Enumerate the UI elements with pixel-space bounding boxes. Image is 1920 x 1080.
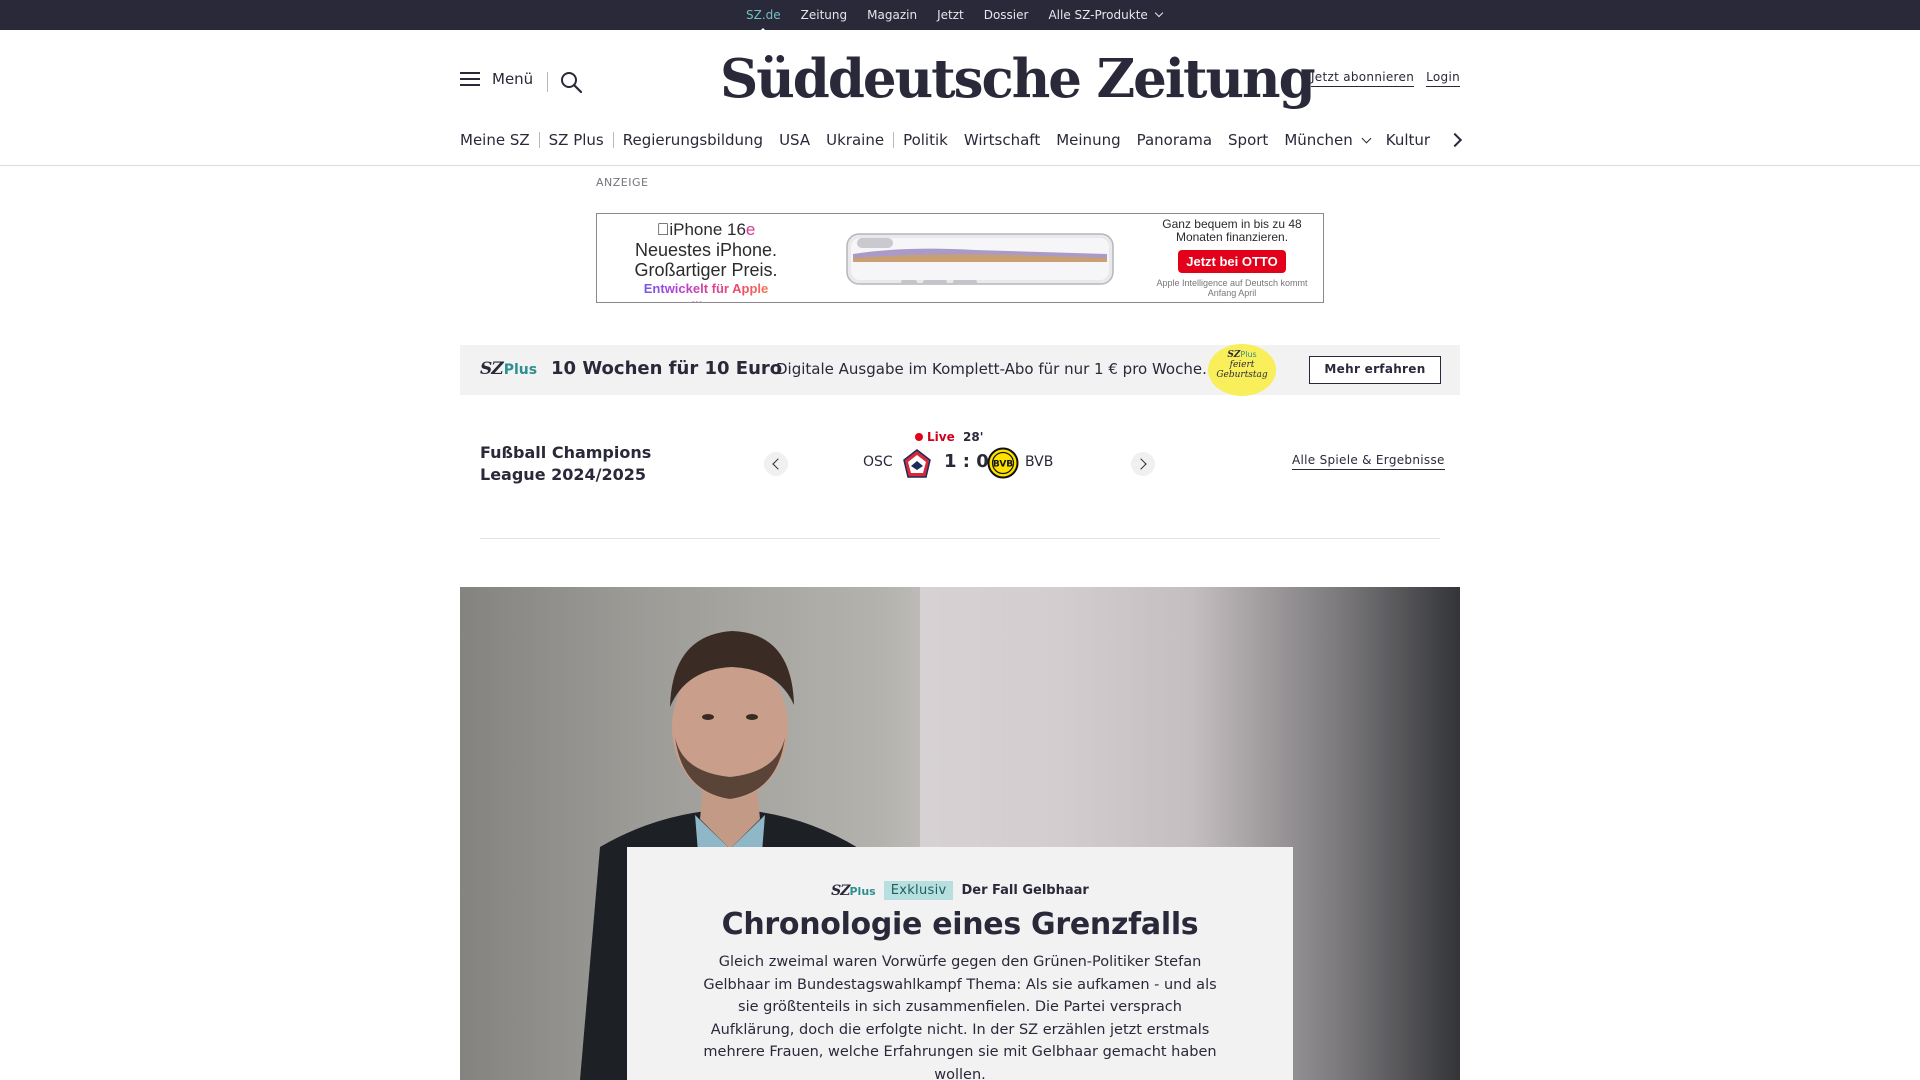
badge-line-1: feiert <box>1229 360 1255 370</box>
exklusiv-badge: Exklusiv <box>883 881 954 900</box>
badge-line-2: Geburtstag <box>1216 370 1268 380</box>
nav-item-wirtschaft[interactable]: Wirtschaft <box>964 131 1040 149</box>
scoreboard-divider <box>480 538 1440 539</box>
live-status: Live <box>915 430 955 444</box>
ad-model-suffix: e <box>739 220 755 239</box>
topbar-link-zeitung[interactable]: Zeitung <box>801 8 847 22</box>
nav-item-regierungsbildung[interactable]: Regierungsbildung <box>623 131 763 149</box>
topbar-products-label: Alle SZ-Produkte <box>1048 8 1148 22</box>
menu-button[interactable]: Menü <box>460 70 533 88</box>
chevron-down-icon <box>1361 133 1372 144</box>
top-service-bar: SZ.de Zeitung Magazin Jetzt Dossier Alle… <box>0 0 1920 34</box>
away-team[interactable]: BVB <box>1025 454 1053 470</box>
topbar-link-dossier[interactable]: Dossier <box>984 8 1029 22</box>
nav-divider <box>893 132 895 148</box>
svg-text:BVB: BVB <box>993 460 1013 470</box>
article-kicker: Der Fall Gelbhaar <box>961 883 1089 898</box>
topbar-link-magazin[interactable]: Magazin <box>867 8 917 22</box>
chevron-down-icon <box>1154 8 1164 18</box>
live-dot-icon <box>915 433 923 441</box>
live-label: Live <box>927 430 955 444</box>
promo-text: Digitale Ausgabe im Komplett-Abo für nur… <box>776 360 1207 378</box>
nav-item-meine-sz[interactable]: Meine SZ <box>460 131 530 149</box>
nav-item-muenchen-label: München <box>1284 131 1353 149</box>
badge-logo: SZPlus <box>1208 350 1276 360</box>
nav-divider <box>538 132 540 148</box>
ad-finance-text: Ganz bequem in bis zu 48 Monaten finanzi… <box>1162 217 1302 244</box>
ad-headline-1: Neuestes iPhone. <box>634 240 778 260</box>
previous-match-button[interactable] <box>764 452 788 476</box>
top-service-nav: SZ.de Zeitung Magazin Jetzt Dossier Alle… <box>746 0 1164 34</box>
apple-icon:  <box>657 220 670 239</box>
ad-headline-2: Großartiger Preis. <box>634 260 778 280</box>
sz-plus-logo-plus: Plus <box>503 362 538 378</box>
ad-offer: Ganz bequem in bis zu 48 Monaten finanzi… <box>1152 217 1312 299</box>
badge-logo-plus: Plus <box>1240 350 1257 359</box>
account-links: Jetzt abonnieren Login <box>1310 70 1460 87</box>
ad-label: ANZEIGE <box>596 176 649 189</box>
nav-item-sz-plus[interactable]: SZ Plus <box>549 131 604 149</box>
phone-image <box>846 233 1114 285</box>
nav-item-panorama[interactable]: Panorama <box>1137 131 1212 149</box>
next-match-button[interactable] <box>1131 452 1155 476</box>
ad-tagline: Entwickelt für Apple Intelligence. <box>611 280 801 302</box>
ad-banner[interactable]: iPhone 16e Neuestes iPhone. Großartiger… <box>596 213 1324 303</box>
sz-plus-logo: SZ Plus <box>831 883 876 899</box>
ad-disclaimer: Apple Intelligence auf Deutsch kommt Anf… <box>1156 278 1308 298</box>
ad-copy: iPhone 16e Neuestes iPhone. Großartiger… <box>611 220 801 302</box>
all-games-link[interactable]: Alle Spiele & Ergebnisse <box>1292 453 1445 470</box>
teaser-logo-sz: SZ <box>831 882 850 899</box>
badge-logo-sz: SZ <box>1227 350 1241 360</box>
more-info-button[interactable]: Mehr erfahren <box>1309 356 1441 384</box>
birthday-badge: SZPlus feiert Geburtstag <box>1208 344 1276 396</box>
teaser-logo-plus: Plus <box>849 884 876 898</box>
topbar-link-jetzt[interactable]: Jetzt <box>937 8 964 22</box>
osc-crest-icon <box>903 449 931 478</box>
site-logo[interactable]: Süddeutsche Zeitung <box>720 44 1316 114</box>
nav-item-usa[interactable]: USA <box>779 131 810 149</box>
nav-item-muenchen[interactable]: München <box>1284 131 1372 149</box>
home-team[interactable]: OSC <box>863 454 893 470</box>
subscribe-link[interactable]: Jetzt abonnieren <box>1310 70 1415 87</box>
header-divider <box>547 72 548 92</box>
sz-plus-promo: SZ Plus 10 Wochen für 10 Euro Digitale Au… <box>460 344 1460 396</box>
lead-article-teaser[interactable]: SZ Plus Exklusiv Der Fall Gelbhaar Chrono… <box>627 847 1293 1080</box>
nav-item-kultur[interactable]: Kultur <box>1386 131 1430 149</box>
ad-model-line: iPhone 16e <box>611 220 801 240</box>
nav-item-meinung[interactable]: Meinung <box>1056 131 1120 149</box>
topbar-link-sz-de[interactable]: SZ.de <box>746 8 781 34</box>
league-title: Fußball Champions League 2024/2025 <box>480 443 652 484</box>
article-summary: Gleich zweimal waren Vorwürfe gegen den … <box>703 954 1217 1080</box>
menu-label: Menü <box>492 70 534 88</box>
login-link[interactable]: Login <box>1426 70 1460 87</box>
category-nav: Meine SZ SZ Plus Regierungsbildung USA U… <box>460 128 1460 152</box>
sz-plus-logo: SZ Plus <box>480 359 537 379</box>
nav-item-sport[interactable]: Sport <box>1228 131 1268 149</box>
sz-plus-logo-sz: SZ <box>480 359 504 379</box>
ad-model: iPhone 16 <box>662 220 746 239</box>
hamburger-icon <box>460 71 480 87</box>
teaser-meta: SZ Plus Exklusiv Der Fall Gelbhaar <box>627 881 1293 900</box>
nav-divider <box>612 132 614 148</box>
nav-item-politik[interactable]: Politik <box>903 131 948 149</box>
match-minute: 28' <box>963 430 984 444</box>
match-score[interactable]: 1 : 0 <box>944 451 989 472</box>
header-divider-line <box>0 165 1920 166</box>
bvb-crest-icon: BVB <box>987 447 1019 479</box>
ad-cta-button[interactable]: Jetzt bei OTTO <box>1178 250 1286 273</box>
search-icon[interactable] <box>560 71 582 93</box>
promo-title: 10 Wochen für 10 Euro <box>551 358 783 379</box>
nav-item-ukraine[interactable]: Ukraine <box>826 131 884 149</box>
article-headline[interactable]: Chronologie eines Grenzfalls <box>627 907 1293 942</box>
topbar-dropdown-products[interactable]: Alle SZ-Produkte <box>1048 8 1164 22</box>
